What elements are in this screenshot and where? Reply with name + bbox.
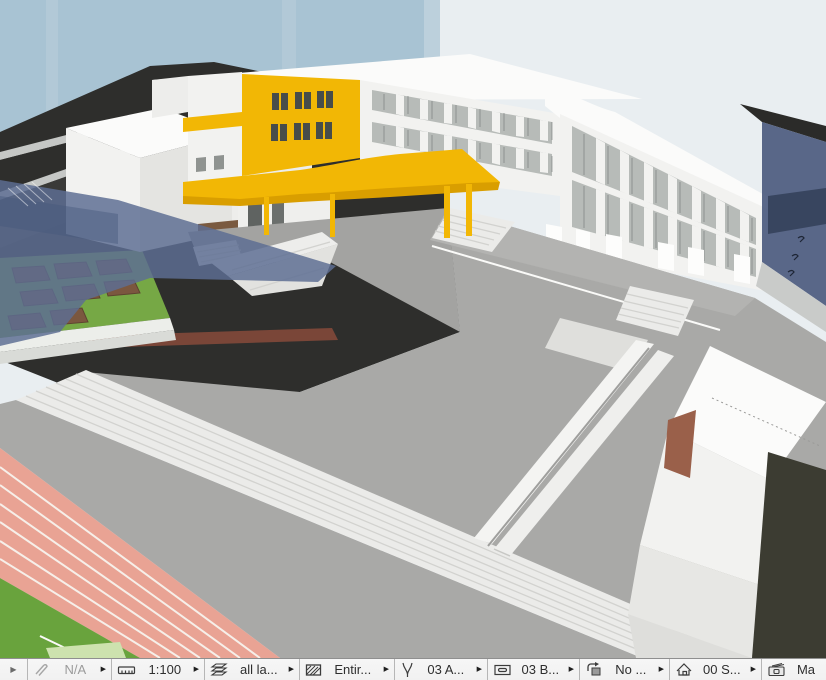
layer-combination-value: all la... [233, 662, 285, 677]
pen-nib-icon [400, 662, 415, 678]
graphic-override-value: No ... [607, 662, 655, 677]
graphic-override-control[interactable]: No ... ▶ [580, 659, 670, 680]
model-view-options-control[interactable]: 03 B... ▶ [488, 659, 580, 680]
application-window: ▶ N/A ▶ 1:100 ▶ all la... ▶ [0, 0, 826, 680]
flyout-arrow-icon: ▶ [194, 666, 199, 673]
cut-plane-icon [33, 662, 50, 677]
override-arrow-icon [585, 662, 603, 677]
flyout-arrow-icon: ▶ [477, 666, 482, 673]
pen-set-control[interactable]: 03 A... ▶ [395, 659, 488, 680]
model-view-options-value: 03 B... [516, 662, 565, 677]
3d-style-value: Ma [791, 662, 821, 677]
house-icon [675, 662, 693, 677]
renovation-filter-control[interactable]: 00 S... ▶ [670, 659, 762, 680]
scale-control[interactable]: 1:100 ▶ [112, 659, 205, 680]
3d-style-control[interactable]: Ma [762, 659, 826, 680]
statusbar-expander-button[interactable]: ▶ [0, 659, 28, 680]
flyout-arrow-icon: ▶ [569, 666, 574, 673]
framed-box-icon [493, 663, 512, 677]
renovation-filter-value: 00 S... [697, 662, 747, 677]
flyout-arrow-icon: ▶ [659, 666, 664, 673]
layer-combination-control[interactable]: all la... ▶ [205, 659, 300, 680]
chevron-right-icon: ▶ [10, 666, 16, 674]
flyout-arrow-icon: ▶ [289, 666, 294, 673]
floor-plan-cut-plane-control[interactable]: N/A ▶ [28, 659, 112, 680]
flyout-arrow-icon: ▶ [101, 666, 106, 673]
quick-options-bar: ▶ N/A ▶ 1:100 ▶ all la... ▶ [0, 658, 826, 680]
flyout-arrow-icon: ▶ [384, 666, 389, 673]
ruler-icon [117, 663, 136, 677]
flyout-arrow-icon: ▶ [751, 666, 756, 673]
layers-icon [210, 662, 229, 677]
3d-viewport[interactable] [0, 0, 826, 658]
partial-structure-value: Entir... [326, 662, 380, 677]
scale-value: 1:100 [140, 662, 190, 677]
pen-set-value: 03 A... [419, 662, 473, 677]
hatched-box-icon [305, 663, 322, 677]
partial-structure-control[interactable]: Entir... ▶ [300, 659, 395, 680]
cut-plane-value: N/A [54, 662, 97, 677]
camera-icon [767, 662, 787, 677]
